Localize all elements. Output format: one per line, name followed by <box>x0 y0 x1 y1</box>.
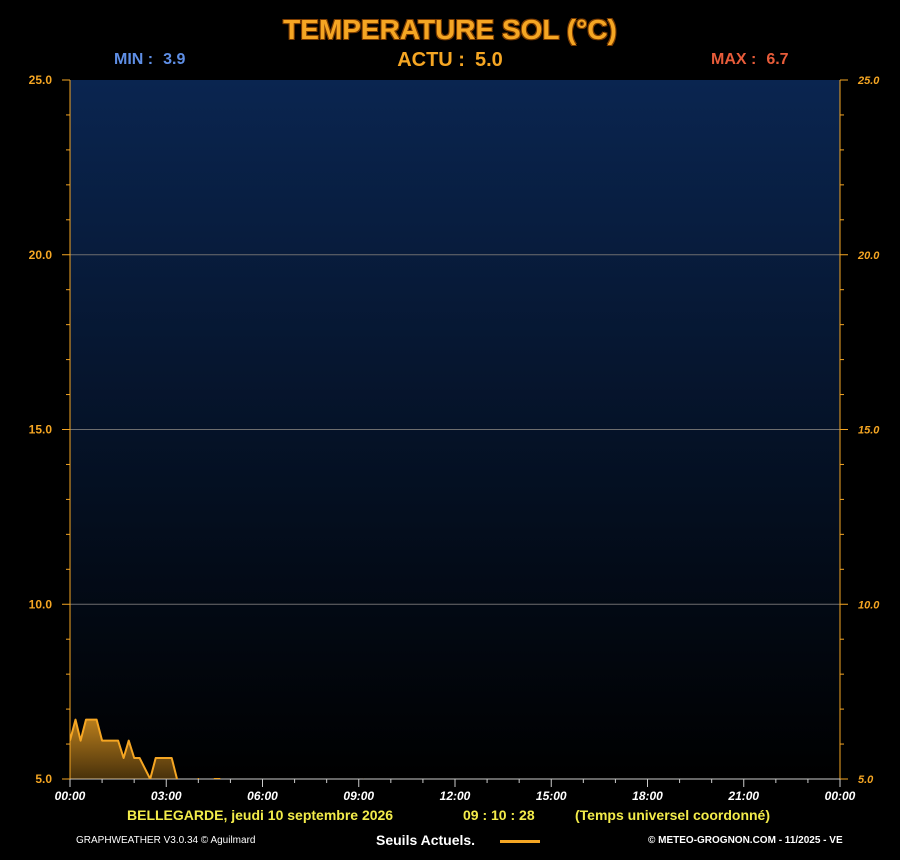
x-tick-label: 00:00 <box>55 789 86 803</box>
legend-label: Seuils Actuels. <box>376 832 476 848</box>
x-tick-label: 21:00 <box>727 789 759 803</box>
y-tick-label-right: 5.0 <box>858 774 874 786</box>
x-tick-label: 03:00 <box>151 789 182 803</box>
y-tick-label-left: 25.0 <box>29 73 53 87</box>
y-tick-label-right: 25.0 <box>857 75 880 87</box>
x-tick-label: 15:00 <box>536 789 567 803</box>
y-tick-label-right: 10.0 <box>858 599 880 611</box>
x-tick-label: 09:00 <box>343 789 374 803</box>
location-date: BELLEGARDE, jeudi 10 septembre 2026 <box>127 807 394 823</box>
x-tick-label: 18:00 <box>632 789 663 803</box>
timezone-label: (Temps universel coordonné) <box>575 807 770 823</box>
x-tick-label: 12:00 <box>440 789 471 803</box>
x-tick-label: 00:00 <box>825 789 856 803</box>
y-tick-label-right: 15.0 <box>858 425 880 437</box>
legend-swatch <box>500 840 540 843</box>
x-tick-label: 06:00 <box>247 789 278 803</box>
y-tick-label-left: 10.0 <box>29 597 53 611</box>
temperature-chart: 5.0 5.0 10.0 10.0 15.0 15.0 20.0 20.0 25.0 25.0 00… <box>29 73 881 803</box>
software-credit: GRAPHWEATHER V3.0.34 © Aguilmard <box>76 835 256 846</box>
site-credit: © METEO-GROGNON.COM - 11/2025 - VE <box>648 835 843 846</box>
y-tick-label-left: 20.0 <box>29 248 53 262</box>
y-tick-label-left: 15.0 <box>29 423 53 437</box>
y-tick-label-left: 5.0 <box>35 772 52 786</box>
y-tick-label-right: 20.0 <box>857 250 880 262</box>
timestamp: 09 : 10 : 28 <box>463 807 535 823</box>
